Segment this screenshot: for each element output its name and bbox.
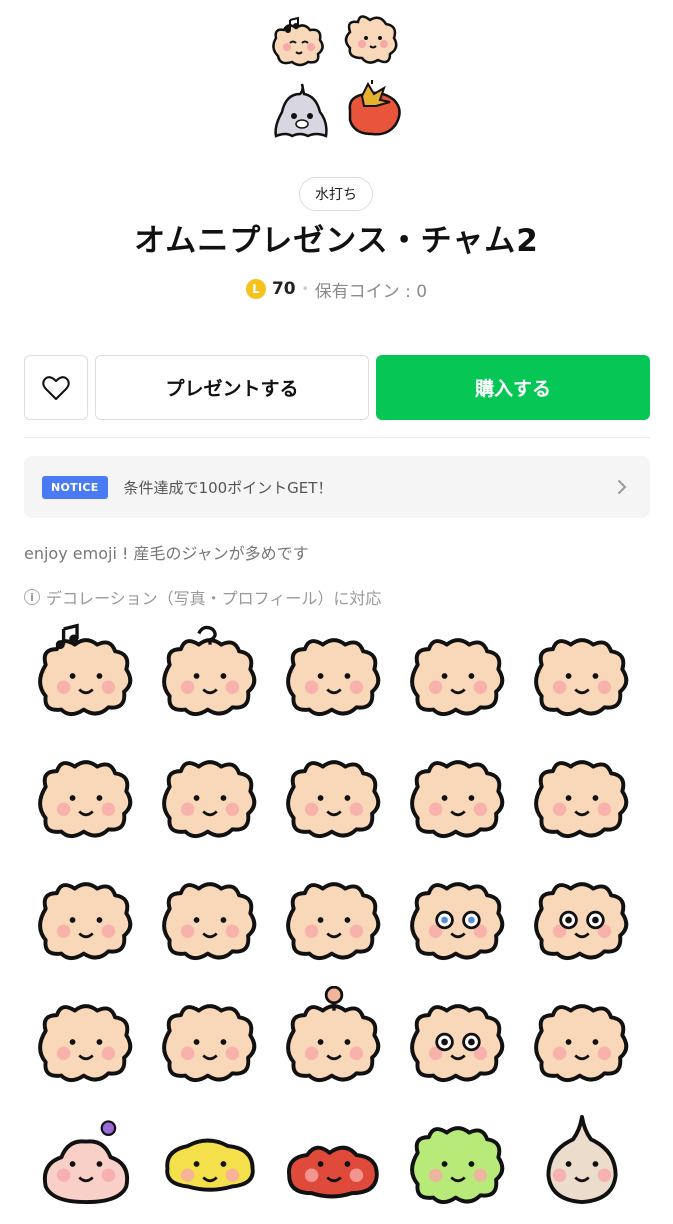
emoji-flat-chum[interactable]: [30, 742, 142, 854]
emoji-happy-chum[interactable]: [154, 986, 266, 1098]
emoji-side-eye-chum[interactable]: [526, 986, 638, 1098]
price-value: 70: [271, 279, 296, 299]
emoji-scared-chum[interactable]: [278, 864, 390, 976]
emoji-red-blob-chum[interactable]: [278, 1108, 390, 1220]
emoji-spotted-chum[interactable]: [278, 742, 390, 854]
emoji-crying-chum[interactable]: [154, 742, 266, 854]
emoji-music-note-chum[interactable]: [30, 620, 142, 732]
decoration-text: デコレーション（写真・プロフィール）に対応: [46, 589, 382, 608]
decoration-support-note: i デコレーション（写真・プロフィール）に対応: [24, 585, 381, 609]
emoji-sleepy-chum[interactable]: [278, 620, 390, 732]
emoji-jumping-chum[interactable]: [154, 864, 266, 976]
info-icon: i: [24, 589, 40, 605]
notice-banner[interactable]: NOTICE 条件達成で100ポイントGET！: [24, 456, 650, 518]
hero-ghost: [274, 83, 328, 138]
price-row: L 70 • 保有コイン : 0: [0, 276, 673, 302]
emoji-angry-chum[interactable]: [30, 864, 142, 976]
price-separator: •: [301, 282, 309, 296]
hero-tomato: [348, 80, 401, 136]
emoji-surprised-chum[interactable]: [526, 742, 638, 854]
emoji-grid: [30, 620, 650, 1205]
author-chip[interactable]: 水打ち: [299, 177, 373, 211]
divider: [24, 437, 650, 438]
emoji-smug-chum[interactable]: [30, 986, 142, 1098]
hero-waving-chum: [344, 15, 398, 64]
chevron-right-icon: [618, 480, 627, 494]
emoji-yellow-blob-chum[interactable]: [154, 1108, 266, 1220]
emoji-tongue-chum[interactable]: [402, 620, 514, 732]
page-title: オムニプレゼンス・チャム2: [134, 223, 539, 259]
favorite-button[interactable]: [24, 355, 88, 420]
product-description: enjoy emoji ! 産毛のジャンが多めです: [24, 544, 309, 563]
emoji-cupcake-chum[interactable]: [30, 1108, 142, 1220]
heart-icon: [42, 375, 70, 400]
hero-sticker-preview: [268, 8, 408, 148]
hero-music-chum: [272, 16, 324, 67]
emoji-blush-chum[interactable]: [526, 620, 638, 732]
emoji-lollipop-chum[interactable]: [278, 985, 390, 1098]
notice-badge: NOTICE: [42, 475, 108, 499]
notice-text: 条件達成で100ポイントGET！: [123, 478, 333, 497]
emoji-onion-chum[interactable]: [526, 1108, 638, 1220]
emoji-green-chum[interactable]: [402, 1108, 514, 1220]
buy-button[interactable]: 購入する: [376, 355, 650, 420]
emoji-waving-chum[interactable]: [402, 742, 514, 854]
line-coin-icon: L: [245, 279, 266, 299]
emoji-big-eyes-chum[interactable]: [526, 864, 638, 976]
author-name: 水打ち: [315, 187, 357, 203]
emoji-round-eyes-chum[interactable]: [402, 986, 514, 1098]
emoji-question-chum[interactable]: [154, 620, 266, 732]
emoji-blue-eyed-chum[interactable]: [402, 864, 514, 976]
gift-button[interactable]: プレゼントする: [95, 355, 369, 420]
owned-coins: 保有コイン : 0: [314, 281, 428, 302]
